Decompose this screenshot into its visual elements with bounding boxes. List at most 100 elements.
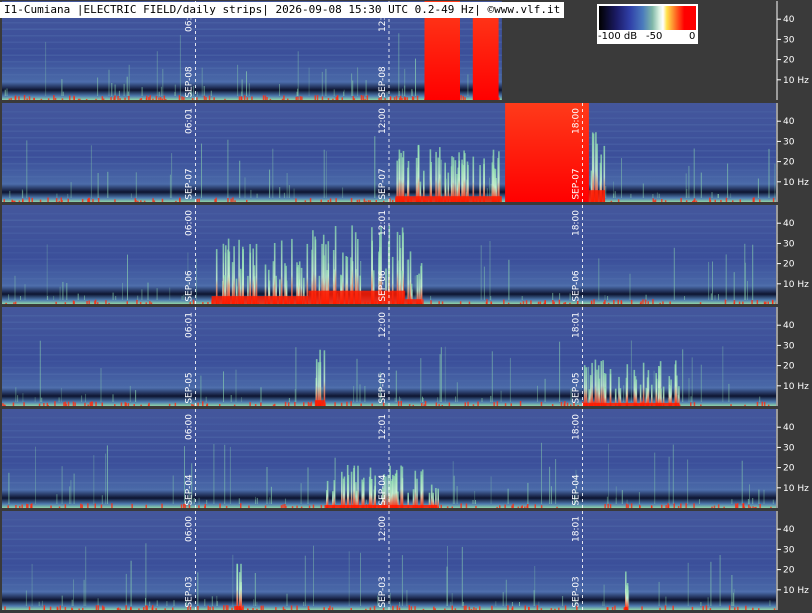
noise-floor-mark bbox=[13, 302, 15, 304]
strip-sep-07: 06:01 SEP-07 12:00 SEP-07 18:00 SEP-07 40 30 20 1… bbox=[2, 103, 812, 202]
burst-spike bbox=[396, 160, 398, 202]
noise-floor-mark bbox=[709, 199, 712, 202]
noise-floor-mark bbox=[512, 503, 514, 508]
colorbar-label-max: 0 bbox=[689, 31, 696, 42]
time-marker-label: 18:01 bbox=[572, 516, 582, 542]
noise-floor-mark bbox=[256, 608, 258, 610]
noise-floor-mark bbox=[664, 605, 667, 610]
noise-floor-mark bbox=[412, 96, 415, 100]
noise-floor-mark bbox=[336, 98, 339, 100]
noise-floor-mark bbox=[248, 505, 250, 508]
noise-spike bbox=[285, 498, 286, 504]
noise-floor-mark bbox=[693, 199, 695, 202]
noise-floor-mark bbox=[232, 197, 234, 202]
y-tick-label: 30 bbox=[783, 341, 795, 351]
noise-spike bbox=[83, 579, 85, 606]
noise-floor-mark bbox=[310, 401, 313, 406]
noise-spike bbox=[415, 58, 416, 96]
noise-floor-mark bbox=[43, 403, 45, 406]
noise-floor-mark bbox=[7, 505, 9, 508]
noise-spike bbox=[297, 88, 299, 96]
noise-floor-mark bbox=[323, 607, 325, 610]
noise-spike bbox=[401, 88, 403, 96]
noise-floor-mark bbox=[152, 98, 154, 100]
noise-floor-mark bbox=[540, 608, 543, 610]
date-label: SEP-07 bbox=[185, 168, 195, 199]
noise-floor-mark bbox=[31, 197, 33, 202]
noise-spike bbox=[772, 499, 774, 504]
burst-spike bbox=[466, 161, 469, 202]
noise-spike bbox=[451, 593, 453, 606]
noise-floor-mark bbox=[19, 505, 21, 508]
date-label: SEP-05 bbox=[572, 372, 582, 403]
noise-floor-mark bbox=[97, 605, 100, 610]
noise-spike bbox=[752, 244, 754, 300]
noise-spike bbox=[728, 383, 730, 402]
noise-spike bbox=[389, 592, 391, 606]
date-label: SEP-06 bbox=[185, 270, 195, 302]
burst-spike bbox=[435, 151, 437, 202]
noise-spike bbox=[9, 190, 11, 198]
noise-spike bbox=[444, 346, 446, 402]
noise-spike bbox=[141, 289, 143, 300]
noise-spike bbox=[607, 296, 609, 300]
noise-floor-mark bbox=[240, 503, 242, 508]
noise-floor-mark bbox=[563, 403, 565, 406]
noise-floor-mark bbox=[56, 606, 59, 610]
noise-floor-mark bbox=[517, 506, 519, 508]
noise-floor-mark bbox=[490, 301, 492, 304]
noise-spike bbox=[658, 193, 660, 198]
y-tick-label: 40 bbox=[783, 219, 795, 229]
noise-floor-mark bbox=[462, 95, 464, 100]
noise-floor-mark bbox=[309, 403, 311, 406]
noise-floor-mark bbox=[408, 404, 411, 406]
noise-floor-mark bbox=[14, 301, 17, 304]
noise-floor-mark bbox=[558, 299, 561, 304]
noise-floor-mark bbox=[269, 98, 272, 100]
burst-spike bbox=[437, 157, 439, 202]
noise-floor-mark bbox=[14, 95, 17, 100]
noise-floor-mark bbox=[299, 96, 302, 100]
noise-floor-mark bbox=[440, 504, 442, 508]
noise-spike bbox=[8, 294, 10, 300]
noise-floor-mark bbox=[291, 506, 294, 508]
burst-spike bbox=[633, 369, 636, 406]
noise-spike bbox=[474, 490, 476, 504]
noise-spike bbox=[61, 79, 63, 96]
noise-spike bbox=[700, 364, 702, 402]
noise-floor-mark bbox=[73, 95, 75, 100]
noise-floor-mark bbox=[95, 98, 97, 100]
noise-spike bbox=[353, 386, 355, 402]
noise-floor-mark bbox=[397, 401, 400, 406]
noise-spike bbox=[137, 295, 139, 300]
noise-floor-mark bbox=[30, 506, 32, 508]
noise-floor-mark bbox=[127, 403, 130, 406]
burst-base bbox=[308, 290, 406, 304]
noise-floor-mark bbox=[475, 505, 477, 508]
spectral-band bbox=[2, 328, 776, 330]
noise-floor-mark bbox=[320, 504, 323, 508]
noise-floor-mark bbox=[560, 402, 563, 406]
noise-spike bbox=[437, 397, 439, 402]
noise-floor-mark bbox=[705, 605, 708, 610]
noise-floor-mark bbox=[739, 199, 741, 202]
noise-spike bbox=[768, 148, 770, 198]
noise-floor-mark bbox=[89, 402, 91, 406]
noise-floor-mark bbox=[519, 401, 522, 406]
noise-floor-mark bbox=[47, 405, 49, 406]
noise-spike bbox=[452, 461, 454, 504]
noise-spike bbox=[90, 145, 92, 198]
noise-floor-mark bbox=[117, 607, 120, 610]
noise-floor-mark bbox=[724, 299, 727, 304]
noise-floor-mark bbox=[454, 608, 457, 610]
colorbar-gradient bbox=[599, 6, 696, 30]
noise-floor-mark bbox=[371, 403, 373, 406]
burst-spike bbox=[609, 369, 612, 406]
burst-spike bbox=[625, 377, 628, 406]
burst-spike bbox=[350, 471, 353, 508]
noise-floor-mark bbox=[364, 98, 366, 100]
noise-spike bbox=[246, 71, 247, 96]
noise-spike bbox=[365, 499, 367, 504]
burst-spike bbox=[591, 362, 593, 406]
noise-floor-mark bbox=[212, 606, 214, 610]
